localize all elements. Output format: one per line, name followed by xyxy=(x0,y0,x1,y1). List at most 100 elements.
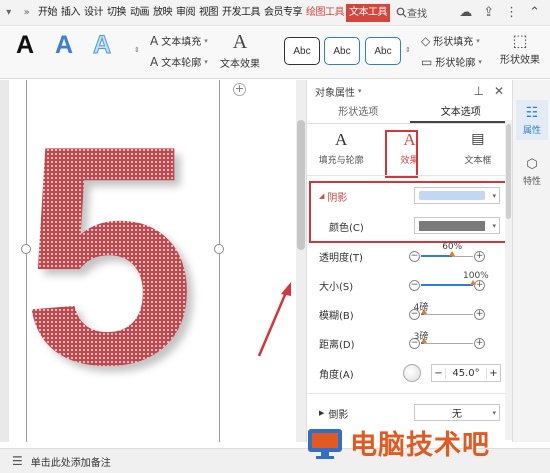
wordart-style-blue[interactable]: A xyxy=(55,31,73,60)
pane-scrollbar[interactable] xyxy=(505,120,512,440)
pane-header: 对象属性 ▾ ⊥ ✕ xyxy=(307,80,512,102)
shape-style-label: Abc xyxy=(374,45,392,57)
pin-icon[interactable]: ⊥ xyxy=(473,84,483,98)
pane-title: 对象属性 xyxy=(315,87,355,99)
size-slider[interactable]: − 100% + xyxy=(409,271,489,295)
shape-fill-button[interactable]: ◇ 形状填充 ▾ xyxy=(421,33,480,49)
add-icon[interactable]: + xyxy=(233,83,246,96)
angle-spinner[interactable]: − 45.0° + xyxy=(431,364,501,382)
tab-review[interactable]: 审阅 xyxy=(174,0,197,26)
angle-label: 角度(A) xyxy=(319,369,354,381)
text-effect-button[interactable]: A 文本效果 xyxy=(220,31,260,70)
text-effect-label: 文本效果 xyxy=(220,59,260,70)
tab-slideshow[interactable]: 放映 xyxy=(151,0,174,26)
cloud-sync-icon[interactable]: ☁ xyxy=(459,5,472,20)
slider-track[interactable]: 4磅 xyxy=(414,303,473,315)
chevron-down-icon[interactable]: ▾ xyxy=(358,87,362,95)
transparency-slider[interactable]: − 60% + xyxy=(409,242,485,266)
styles-more-icon[interactable]: ⇕ xyxy=(134,46,140,54)
wordart-digit[interactable]: 5 xyxy=(30,120,220,380)
angle-dial[interactable] xyxy=(403,364,421,382)
ribbon: A A A ⇕ A 文本填充 ▾ A 文本轮廓 ▾ A 文本效果 Abc Abc… xyxy=(0,27,550,79)
scrollbar-thumb[interactable] xyxy=(506,124,511,219)
shape-style-2[interactable]: Abc xyxy=(324,37,360,65)
double-chevron-icon[interactable]: » xyxy=(24,7,30,18)
text-outline-button[interactable]: A 文本轮廓 ▾ xyxy=(150,54,208,70)
shadow-color-dropdown[interactable]: ▾ xyxy=(414,217,500,234)
tab-home[interactable]: 开始 xyxy=(36,0,59,26)
properties-rail-button[interactable]: ☷ 属性 xyxy=(516,100,548,140)
vertical-scrollbar[interactable] xyxy=(296,80,306,442)
distance-slider[interactable]: − 3磅 + xyxy=(409,332,485,353)
transparency-label: 透明度(T) xyxy=(319,252,363,264)
slider-track[interactable]: 3磅 xyxy=(414,332,473,344)
tab-drawing-tools[interactable]: 绘图工具 xyxy=(304,0,346,26)
blur-slider[interactable]: − 4磅 + xyxy=(409,303,485,324)
tab-text-tools[interactable]: 文本工具 xyxy=(346,3,390,22)
distance-label: 距离(D) xyxy=(319,339,355,351)
shape-effect-button[interactable]: ⬚ 形状效果 xyxy=(500,31,540,66)
search-box[interactable]: 查找 xyxy=(396,5,427,20)
reflection-dropdown[interactable]: 无 ▾ xyxy=(414,404,500,421)
paint-bucket-icon: ◇ xyxy=(421,33,431,48)
increase-icon[interactable]: + xyxy=(486,367,500,379)
shape-style-3[interactable]: Abc xyxy=(365,37,401,65)
tab-insert[interactable]: 插入 xyxy=(59,0,82,26)
subtab-label: 填充与轮廓 xyxy=(318,156,364,166)
collapse-icon[interactable]: ⌃ xyxy=(529,5,540,20)
decrease-icon[interactable]: − xyxy=(432,367,446,379)
watermark: 电脑技术吧 xyxy=(306,423,490,462)
collapsed-triangle-icon: ▶ xyxy=(319,409,325,417)
tab-transition[interactable]: 切换 xyxy=(105,0,128,26)
decrease-icon[interactable]: − xyxy=(409,250,420,262)
chevron-down-icon: ▾ xyxy=(476,36,480,45)
features-rail-button[interactable]: ⬡ 特性 xyxy=(516,152,548,192)
reflection-label: 倒影 xyxy=(328,409,349,421)
wordart-style-outline[interactable]: A xyxy=(92,31,111,60)
tab-view[interactable]: 视图 xyxy=(197,0,220,26)
size-value: 100% xyxy=(463,270,489,281)
shape-style-1[interactable]: Abc xyxy=(284,37,320,65)
blur-row: 模糊(B) − 4磅 + xyxy=(319,303,505,324)
rail-label: 特性 xyxy=(522,177,541,187)
increase-icon[interactable]: + xyxy=(474,308,485,320)
tab-developer[interactable]: 开发工具 xyxy=(220,0,262,26)
decrease-icon[interactable]: − xyxy=(409,279,420,291)
expand-triangle-icon: ◢ xyxy=(319,192,325,200)
close-icon[interactable]: ✕ xyxy=(494,84,504,98)
tab-text-options[interactable]: 文本选项 xyxy=(409,102,512,123)
tab-animation[interactable]: 动画 xyxy=(128,0,151,26)
shadow-preset-dropdown[interactable]: ▾ xyxy=(414,187,500,204)
chevron-down-icon: ▾ xyxy=(492,408,496,417)
notes-icon: ☰ xyxy=(12,454,23,468)
slider-track[interactable]: 60% xyxy=(421,242,473,257)
dropdown-caret-icon[interactable]: ▾ xyxy=(6,7,11,18)
monitor-logo-icon xyxy=(308,428,342,459)
tab-shape-options[interactable]: 形状选项 xyxy=(307,102,410,123)
increase-icon[interactable]: + xyxy=(474,250,485,262)
slider-track[interactable]: 100% xyxy=(421,271,489,286)
text-fill-icon: A xyxy=(150,33,159,48)
subtab-textbox[interactable]: ▤ 文本框 xyxy=(444,130,512,172)
more-icon[interactable]: ⋮ xyxy=(505,5,518,20)
angle-value[interactable]: 45.0° xyxy=(446,368,486,379)
notes-placeholder[interactable]: 单击此处添加备注 xyxy=(31,454,111,469)
text-fill-button[interactable]: A 文本填充 ▾ xyxy=(150,33,208,49)
color-swatch xyxy=(419,220,485,231)
blur-label: 模糊(B) xyxy=(319,310,354,322)
slide-canvas[interactable]: + 5 xyxy=(0,80,306,442)
shape-styles-more-icon[interactable]: ⇕ xyxy=(405,46,411,54)
share-icon[interactable]: ⇪ xyxy=(483,5,494,20)
shape-outline-button[interactable]: ▭ 形状轮廓 ▾ xyxy=(421,54,482,70)
scrollbar-thumb[interactable] xyxy=(297,120,305,250)
increase-icon[interactable]: + xyxy=(474,337,485,349)
subtab-label: 文本框 xyxy=(464,156,492,166)
shape-style-label: Abc xyxy=(333,45,351,57)
highlight-effects-tab xyxy=(385,130,418,178)
distance-row: 距离(D) − 3磅 + xyxy=(319,332,505,353)
wordart-style-black[interactable]: A xyxy=(16,31,34,60)
tab-design[interactable]: 设计 xyxy=(82,0,105,26)
rail-label: 属性 xyxy=(522,125,541,136)
subtab-fill-outline[interactable]: A 填充与轮廓 xyxy=(307,130,375,172)
tab-member[interactable]: 会员专享 xyxy=(262,0,304,26)
